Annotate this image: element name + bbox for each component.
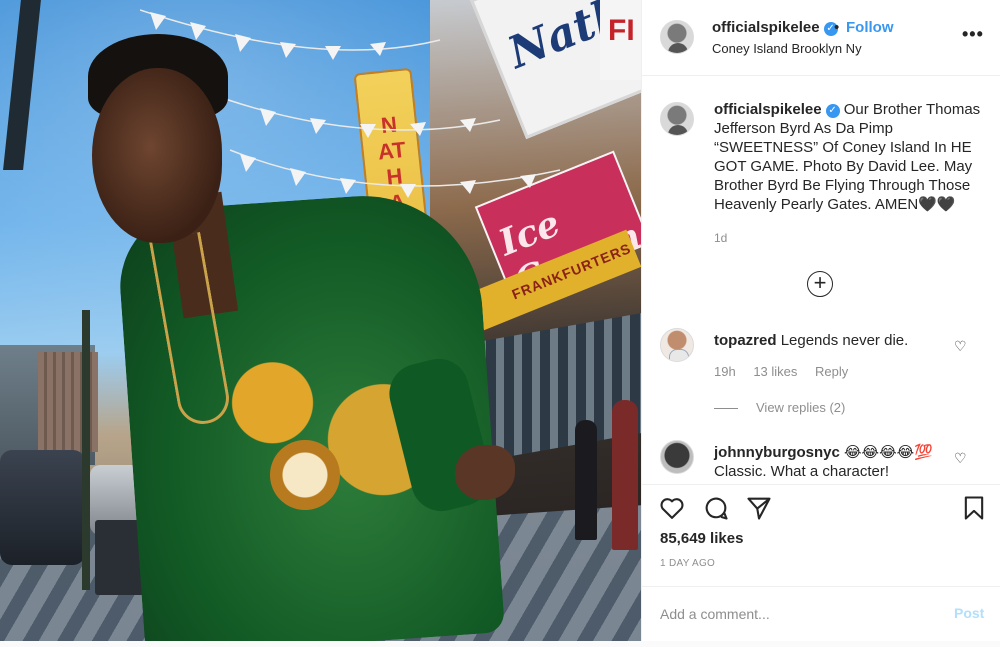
comment-like-icon[interactable]: ♡ [954,338,967,355]
post-actions: 85,649 likes 1 DAY AGO [642,484,1000,584]
author-username[interactable]: officialspikelee ✓ [712,19,838,36]
parked-car [0,450,85,565]
comment-likes[interactable]: 13 likes [753,364,797,379]
view-replies-button[interactable]: View replies (2) [714,400,845,415]
caption-username[interactable]: officialspikelee [714,101,822,118]
likes-count[interactable]: 85,649 likes [660,530,743,547]
reply-button[interactable]: Reply [815,364,848,379]
street-pole [82,310,90,590]
share-icon[interactable] [745,494,773,522]
separator-dot: • [834,19,840,36]
load-more-icon[interactable]: + [807,271,833,297]
post-header: officialspikelee ✓ • Follow Coney Island … [642,0,1000,76]
background-person [575,420,597,540]
author-avatar[interactable] [660,20,694,54]
comment-emoji: 😂😂😂😂💯 [844,444,933,461]
page-bottom-edge [0,641,1000,647]
commenter-username[interactable]: johnnyburgosnyc [714,444,840,461]
hand [455,445,515,500]
comment-text: topazred Legends never die. [714,331,944,350]
comment-body: Classic. What a character! [714,463,890,480]
comment-like-icon[interactable]: ♡ [954,450,967,467]
comment-item: johnnyburgosnyc 😂😂😂😂💯 Classic. What a ch… [642,440,1000,485]
post-photo[interactable]: Nathan's FI NATHANS Ice Cream FRANKFURTE… [0,0,641,641]
post-side-panel: officialspikelee ✓ • Follow Coney Island … [641,0,1000,641]
shirt-medallion [270,440,340,510]
heart-icon[interactable] [658,494,686,522]
comment-body: Legends never die. [780,332,909,349]
comment-text: johnnyburgosnyc 😂😂😂😂💯 Classic. What a ch… [714,443,944,481]
caption-age[interactable]: 1d [714,231,727,245]
caption-avatar[interactable] [660,102,694,136]
comment-meta: 19h 13 likes Reply [714,364,862,379]
more-icon[interactable]: ••• [962,24,984,45]
face [92,68,222,243]
commenter-username[interactable]: topazred [714,332,777,349]
post-comment-button[interactable]: Post [954,605,984,621]
background-person [612,400,638,550]
comment-input[interactable] [660,600,930,628]
location-link[interactable]: Coney Island Brooklyn Ny [712,41,862,56]
verified-icon: ✓ [825,104,840,118]
commenter-avatar[interactable] [660,328,694,362]
add-comment-bar: Post [642,586,1000,641]
comment-item: topazred Legends never die. 19h 13 likes… [642,328,1000,438]
comment-time[interactable]: 19h [714,364,736,379]
caption-text: officialspikelee ✓ Our Brother Thomas Jef… [714,100,984,214]
bookmark-icon[interactable] [960,494,988,522]
commenter-avatar[interactable] [660,440,694,474]
post-caption: officialspikelee ✓ Our Brother Thomas Jef… [642,76,1000,306]
post-time-ago[interactable]: 1 DAY AGO [660,558,715,569]
follow-button[interactable]: Follow [846,19,894,36]
comment-icon[interactable] [702,494,730,522]
